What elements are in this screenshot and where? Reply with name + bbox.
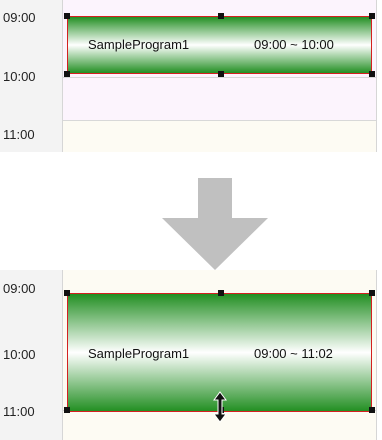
program-event[interactable]: SampleProgram1 09:00 ~ 10:00: [67, 16, 372, 74]
resize-handle-bottom-left[interactable]: [64, 71, 70, 77]
time-label: 09:00: [3, 10, 36, 25]
time-column: 09:00 10:00 11:00: [0, 0, 63, 152]
event-time-range: 09:00 ~ 10:00: [254, 37, 334, 52]
resize-handle-top-right[interactable]: [369, 290, 375, 296]
resize-handle-top-right[interactable]: [369, 13, 375, 19]
arrow-down-icon: [162, 178, 268, 270]
resize-handle-top[interactable]: [218, 290, 224, 296]
resize-vertical-icon: [213, 391, 227, 423]
resize-handle-bottom-right[interactable]: [369, 407, 375, 413]
event-name: SampleProgram1: [88, 346, 190, 361]
time-label: 09:00: [3, 281, 36, 296]
time-label: 10:00: [3, 347, 36, 362]
event-time-range: 09:00 ~ 11:02: [254, 346, 333, 361]
schedule-grid[interactable]: SampleProgram1 09:00 ~ 10:00: [63, 0, 377, 152]
time-label: 10:00: [3, 69, 36, 84]
hour-line: [63, 120, 376, 121]
schedule-after: 09:00 10:00 11:00 SampleProgram1 09:00 ~…: [0, 270, 382, 440]
schedule-before: 09:00 10:00 11:00 SampleProgram1 09:00 ~…: [0, 0, 382, 152]
resize-handle-bottom-left[interactable]: [64, 407, 70, 413]
hour-line: [63, 77, 376, 78]
resize-handle-top-left[interactable]: [64, 290, 70, 296]
time-column: 09:00 10:00 11:00: [0, 270, 63, 440]
time-label: 11:00: [3, 404, 35, 419]
resize-handle-bottom[interactable]: [218, 71, 224, 77]
event-name: SampleProgram1: [88, 37, 190, 52]
schedule-grid[interactable]: SampleProgram1 09:00 ~ 11:02: [63, 270, 377, 440]
time-label: 11:00: [3, 127, 35, 142]
resize-handle-bottom-right[interactable]: [369, 71, 375, 77]
resize-handle-top[interactable]: [218, 13, 224, 19]
resize-handle-top-left[interactable]: [64, 13, 70, 19]
